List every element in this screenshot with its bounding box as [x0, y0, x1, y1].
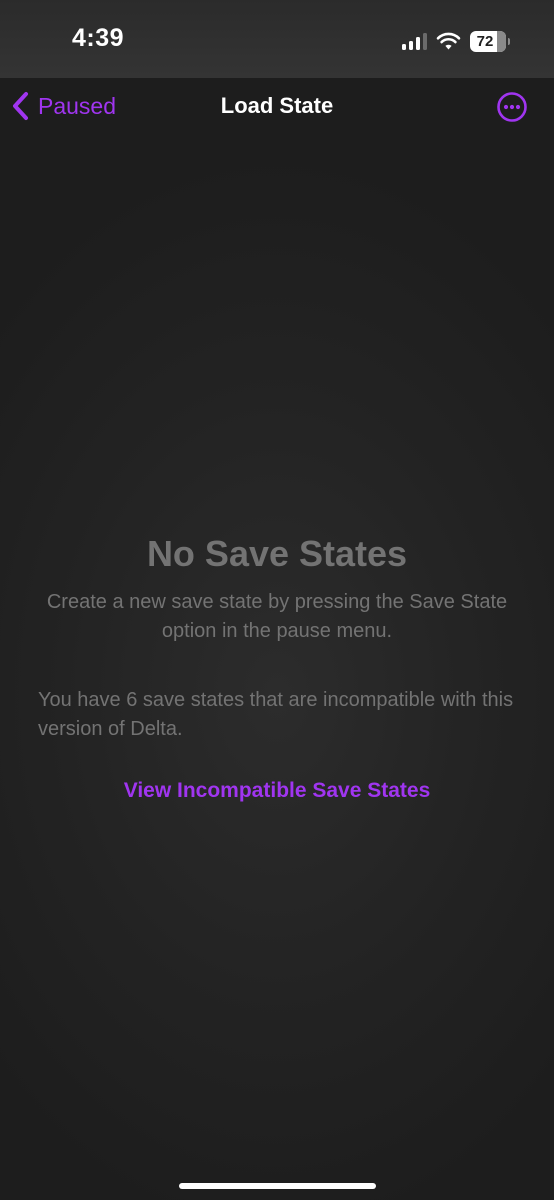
status-icons: 72 [401, 29, 510, 53]
status-time: 4:39 [72, 24, 125, 52]
empty-state-description: Create a new save state by pressing the … [46, 591, 508, 642]
navigation-bar: Paused Load State [0, 78, 554, 138]
ellipsis-circle-icon[interactable] [496, 91, 528, 123]
wifi-icon [436, 32, 461, 49]
empty-state-title: No Save States [146, 533, 408, 574]
status-bar: 4:39 72 [0, 0, 554, 78]
home-indicator[interactable] [179, 1183, 376, 1189]
incompatible-save-states-message: You have 6 save states that are incompat… [38, 689, 514, 740]
battery-icon: 72 [470, 30, 510, 52]
page-title: Load State [220, 93, 334, 118]
empty-state: No Save States Create a new save state b… [36, 530, 518, 803]
view-incompatible-save-states-button[interactable]: View Incompatible Save States [36, 779, 518, 803]
battery-level: 72 [476, 32, 494, 50]
cellular-signal-icon [401, 32, 427, 50]
